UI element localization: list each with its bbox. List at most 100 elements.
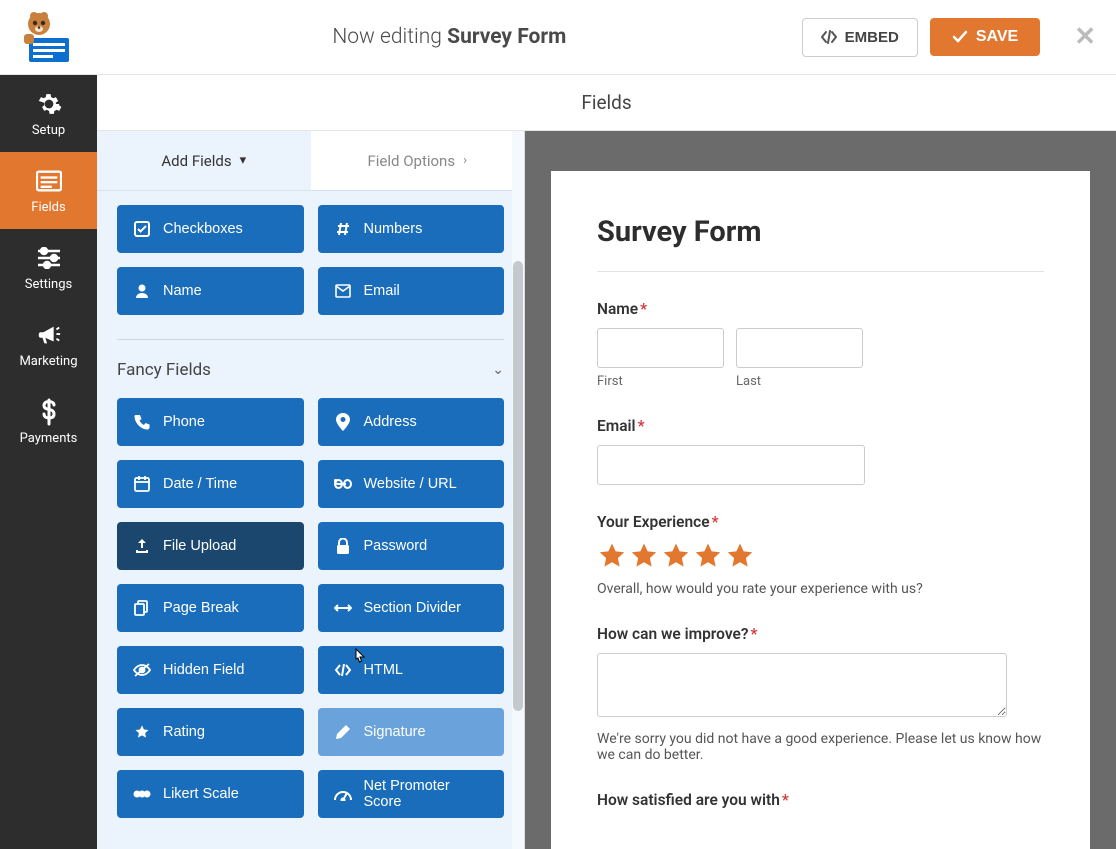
body-wrap: Setup Fields Settings Marketing Payments…: [0, 75, 1116, 849]
preview-area: Survey Form Name* First Last: [525, 131, 1116, 849]
last-sublabel: Last: [736, 374, 863, 389]
rating-stars[interactable]: [597, 541, 1044, 571]
field-btn-name[interactable]: Name: [117, 267, 304, 315]
required-mark: *: [640, 300, 647, 318]
form-title: Survey Form: [597, 215, 1044, 249]
chevron-right-icon: ›: [463, 153, 467, 168]
field-btn-checkboxes[interactable]: Checkboxes: [117, 205, 304, 253]
tab-label: Add Fields: [161, 152, 231, 170]
nav-label: Setup: [32, 123, 65, 138]
dollar-icon: [36, 399, 62, 425]
star-icon[interactable]: [725, 541, 755, 571]
section-fancy-fields[interactable]: Fancy Fields ⌄: [117, 339, 504, 398]
field-btn-hidden-field[interactable]: Hidden Field: [117, 646, 304, 694]
nav-setup[interactable]: Setup: [0, 75, 97, 152]
field-btn-html[interactable]: HTML: [318, 646, 505, 694]
field-satisfied[interactable]: How satisfied are you with*: [597, 791, 1044, 809]
bullhorn-icon: [36, 322, 62, 348]
improve-label: How can we improve?*: [597, 625, 1044, 643]
tab-label: Field Options: [367, 152, 455, 170]
field-btn-likert-scale[interactable]: Likert Scale: [117, 770, 304, 818]
field-btn-file-upload[interactable]: File Upload: [117, 522, 304, 570]
scrollbar-thumb[interactable]: [513, 261, 523, 711]
field-btn-phone[interactable]: Phone: [117, 398, 304, 446]
tab-add-fields[interactable]: Add Fields ▾: [97, 131, 311, 191]
calendar-icon: [133, 475, 151, 493]
phone-icon: [133, 413, 151, 431]
field-button-label: HTML: [364, 662, 403, 678]
field-btn-page-break[interactable]: Page Break: [117, 584, 304, 632]
star-icon[interactable]: [661, 541, 691, 571]
field-button-label: Section Divider: [364, 600, 462, 616]
nav-label: Marketing: [19, 354, 77, 369]
first-name-input[interactable]: [597, 328, 724, 368]
save-label: SAVE: [976, 28, 1018, 46]
satisfied-label: How satisfied are you with*: [597, 791, 1044, 809]
field-btn-password[interactable]: Password: [318, 522, 505, 570]
chevron-down-icon: ⌄: [492, 362, 504, 378]
field-btn-rating[interactable]: Rating: [117, 708, 304, 756]
improve-textarea[interactable]: [597, 653, 1007, 717]
nav-label: Settings: [25, 277, 72, 292]
field-improve[interactable]: How can we improve?* We're sorry you did…: [597, 625, 1044, 763]
field-btn-date-time[interactable]: Date / Time: [117, 460, 304, 508]
field-btn-numbers[interactable]: Numbers: [318, 205, 505, 253]
field-btn-website-url[interactable]: Website / URL: [318, 460, 505, 508]
top-buttons: EMBED SAVE ✕: [802, 18, 1096, 57]
ellipsis-icon: [133, 785, 151, 803]
email-label: Email*: [597, 417, 1044, 435]
field-btn-email[interactable]: Email: [318, 267, 505, 315]
field-btn-address[interactable]: Address: [318, 398, 505, 446]
link-icon: [334, 475, 352, 493]
field-btn-section-divider[interactable]: Section Divider: [318, 584, 505, 632]
user-icon: [133, 282, 151, 300]
scrollbar-track: [512, 131, 524, 849]
nav-payments[interactable]: Payments: [0, 383, 97, 460]
sidebar-panel: Add Fields ▾ Field Options › Checkboxes N…: [97, 131, 525, 849]
field-button-label: Hidden Field: [163, 662, 244, 678]
envelope-icon: [334, 282, 352, 300]
field-button-label: Net Promoter Score: [364, 778, 489, 810]
close-button[interactable]: ✕: [1074, 22, 1096, 52]
improve-help: We're sorry you did not have a good expe…: [597, 731, 1044, 763]
field-button-label: Name: [163, 283, 202, 299]
gear-icon: [36, 91, 62, 117]
field-btn-net-promoter-score[interactable]: Net Promoter Score: [318, 770, 505, 818]
embed-button[interactable]: EMBED: [802, 18, 918, 57]
check-square-icon: [133, 220, 151, 238]
nav-fields[interactable]: Fields: [0, 152, 97, 229]
nav-label: Payments: [20, 431, 78, 446]
field-btn-signature[interactable]: Signature: [318, 708, 505, 756]
field-experience[interactable]: Your Experience* Overall, how would you …: [597, 513, 1044, 597]
builder: Fields Add Fields ▾ Field Options › Chec…: [97, 75, 1116, 849]
name-label: Name*: [597, 300, 1044, 318]
experience-label: Your Experience*: [597, 513, 1044, 531]
preview-form[interactable]: Survey Form Name* First Last: [551, 171, 1090, 849]
builder-body: Add Fields ▾ Field Options › Checkboxes N…: [97, 131, 1116, 849]
fancy-fields-grid: Phone Address Date / Time Website / URL File…: [117, 398, 504, 818]
check-icon: [952, 30, 968, 44]
hash-icon: [334, 220, 352, 238]
field-button-label: Address: [364, 414, 417, 430]
email-input[interactable]: [597, 445, 865, 485]
app-logo: [19, 10, 79, 65]
last-name-input[interactable]: [736, 328, 863, 368]
editing-prefix: Now editing: [332, 25, 442, 49]
save-button[interactable]: SAVE: [930, 18, 1040, 56]
field-name[interactable]: Name* First Last: [597, 300, 1044, 389]
form-name: Survey Form: [447, 25, 566, 49]
sliders-icon: [36, 245, 62, 271]
star-icon[interactable]: [693, 541, 723, 571]
logo-wrap: [0, 10, 97, 65]
nav-settings[interactable]: Settings: [0, 229, 97, 306]
section-title: Fancy Fields: [117, 360, 211, 380]
tab-field-options[interactable]: Field Options ›: [311, 131, 525, 191]
field-button-label: Password: [364, 538, 428, 554]
star-icon[interactable]: [597, 541, 627, 571]
field-email[interactable]: Email*: [597, 417, 1044, 485]
eye-slash-icon: [133, 661, 151, 679]
star-icon[interactable]: [629, 541, 659, 571]
sidebar-scroll[interactable]: Checkboxes Numbers Name Email Fancy Fields …: [97, 191, 524, 849]
nav-marketing[interactable]: Marketing: [0, 306, 97, 383]
experience-help: Overall, how would you rate your experie…: [597, 581, 1044, 597]
